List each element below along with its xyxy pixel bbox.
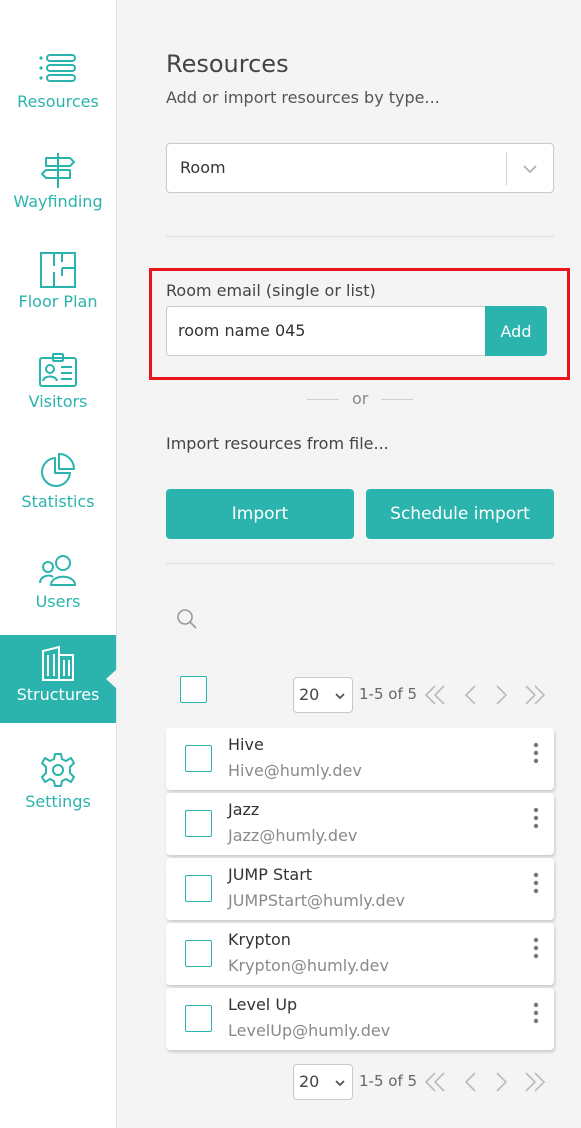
building-icon [38, 643, 78, 683]
resource-email: LevelUp@humly.dev [228, 1021, 391, 1040]
sidebar-item-statistics[interactable]: Statistics [0, 442, 116, 530]
sidebar-item-structures[interactable]: Structures [0, 635, 117, 723]
sidebar-item-label: Statistics [21, 492, 95, 511]
gear-icon [38, 750, 78, 790]
more-options-icon[interactable] [530, 936, 542, 960]
page-range: 1-5 of 5 [359, 685, 418, 703]
sidebar-item-settings[interactable]: Settings [0, 742, 116, 830]
row-checkbox[interactable] [185, 875, 212, 902]
prev-page-icon[interactable] [459, 683, 483, 707]
chevron-down-icon [335, 1080, 345, 1087]
resource-name: JUMP Start [228, 865, 313, 884]
id-badge-icon [38, 350, 78, 390]
users-icon [38, 550, 78, 590]
signpost-icon [38, 150, 78, 190]
resource-name: Krypton [228, 930, 291, 949]
resource-name: Jazz [228, 800, 260, 819]
sidebar-item-label: Settings [25, 792, 91, 811]
resource-type-select[interactable]: Room [166, 143, 554, 193]
import-label: Import resources from file... [166, 434, 389, 453]
sidebar-item-label: Visitors [28, 392, 88, 411]
first-page-icon[interactable] [423, 683, 447, 707]
divider [166, 236, 554, 237]
list-item[interactable]: Jazz Jazz@humly.dev [166, 793, 554, 855]
next-page-icon[interactable] [489, 1070, 513, 1094]
chevron-down-icon [523, 165, 537, 174]
room-email-input[interactable]: room name 045 [166, 306, 486, 356]
search-icon[interactable] [176, 608, 198, 630]
sidebar-item-users[interactable]: Users [0, 542, 116, 630]
sidebar-item-label: Floor Plan [18, 292, 98, 311]
first-page-icon[interactable] [423, 1070, 447, 1094]
resource-email: Jazz@humly.dev [228, 826, 358, 845]
page-size-select[interactable]: 20 [293, 677, 353, 713]
sidebar-item-visitors[interactable]: Visitors [0, 342, 116, 430]
list-icon [38, 50, 78, 90]
select-all-checkbox[interactable] [180, 676, 207, 703]
row-checkbox[interactable] [185, 940, 212, 967]
row-checkbox[interactable] [185, 1005, 212, 1032]
divider [166, 563, 554, 564]
resource-email: JUMPStart@humly.dev [228, 891, 406, 910]
or-divider-right [381, 399, 413, 400]
last-page-icon[interactable] [523, 683, 547, 707]
pagination-bottom: 20 1-5 of 5 [293, 1062, 554, 1102]
add-button[interactable]: Add [485, 306, 547, 356]
page-subtitle: Add or import resources by type... [166, 88, 440, 107]
schedule-import-button[interactable]: Schedule import [366, 489, 554, 539]
last-page-icon[interactable] [523, 1070, 547, 1094]
resource-email: Krypton@humly.dev [228, 956, 389, 975]
sidebar-item-resources[interactable]: Resources [0, 42, 116, 130]
more-options-icon[interactable] [530, 806, 542, 830]
more-options-icon[interactable] [530, 1001, 542, 1025]
select-separator [506, 152, 507, 185]
resource-email: Hive@humly.dev [228, 761, 362, 780]
sidebar-item-label: Wayfinding [13, 192, 103, 211]
floor-plan-icon [38, 250, 78, 290]
page-title: Resources [166, 50, 289, 78]
list-item[interactable]: Hive Hive@humly.dev [166, 728, 554, 790]
chevron-down-icon [335, 693, 345, 700]
room-email-label: Room email (single or list) [166, 281, 376, 300]
next-page-icon[interactable] [489, 683, 513, 707]
sidebar: Resources Wayfinding Floor Plan Visitors… [0, 0, 117, 1128]
row-checkbox[interactable] [185, 745, 212, 772]
list-item[interactable]: Krypton Krypton@humly.dev [166, 923, 554, 985]
list-item[interactable]: Level Up LevelUp@humly.dev [166, 988, 554, 1050]
sidebar-item-label: Users [35, 592, 81, 611]
list-item[interactable]: JUMP Start JUMPStart@humly.dev [166, 858, 554, 920]
page-size-value: 20 [299, 1072, 320, 1091]
page-size-value: 20 [299, 685, 320, 704]
sidebar-item-floor-plan[interactable]: Floor Plan [0, 242, 116, 330]
sidebar-item-label: Structures [16, 685, 100, 704]
more-options-icon[interactable] [530, 741, 542, 765]
sidebar-item-wayfinding[interactable]: Wayfinding [0, 142, 116, 230]
or-text: or [352, 389, 369, 408]
page-size-select[interactable]: 20 [293, 1064, 353, 1100]
prev-page-icon[interactable] [459, 1070, 483, 1094]
resource-type-value: Room [180, 158, 226, 177]
page-range: 1-5 of 5 [359, 1072, 418, 1090]
or-divider-left [307, 399, 339, 400]
row-checkbox[interactable] [185, 810, 212, 837]
more-options-icon[interactable] [530, 871, 542, 895]
pie-chart-icon [38, 450, 78, 490]
pagination-top: 20 1-5 of 5 [293, 675, 554, 715]
resource-name: Level Up [228, 995, 298, 1014]
resource-name: Hive [228, 735, 264, 754]
import-button[interactable]: Import [166, 489, 354, 539]
sidebar-item-label: Resources [17, 92, 99, 111]
